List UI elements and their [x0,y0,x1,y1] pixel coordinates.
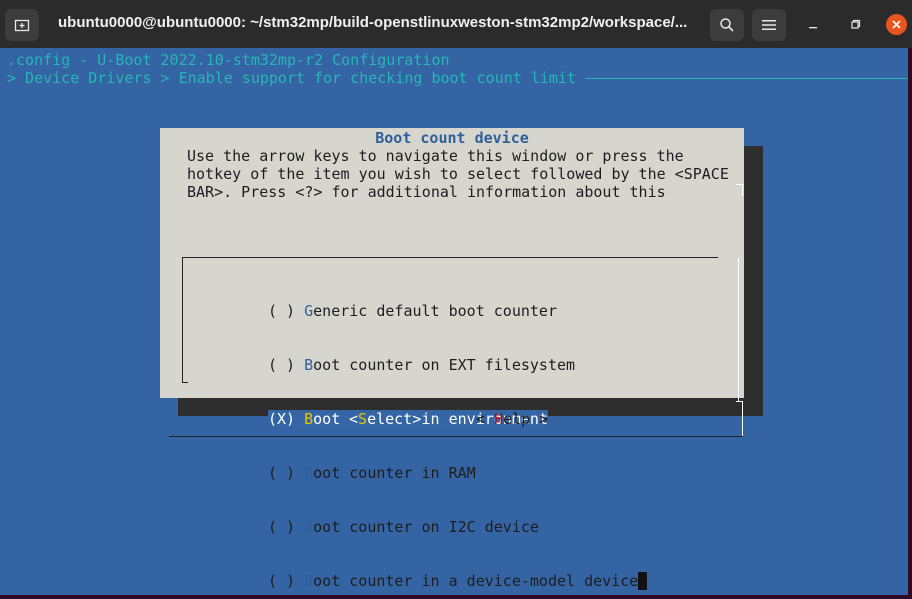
listbox-border [182,257,718,258]
hotkey: B [304,464,314,482]
close-button[interactable] [886,14,907,35]
select-button[interactable]: <Select> [349,410,422,428]
window-title: ubuntu0000@ubuntu0000: ~/stm32mp/build-o… [58,14,688,31]
help-button[interactable]: < Help > [476,410,548,428]
radio-marker: ( ) [268,356,296,374]
hotkey: S [358,410,368,428]
choice-label: oot counter in RAM [313,464,476,482]
bracket-close: > [412,410,422,428]
minimize-button[interactable] [803,14,823,34]
listbox-border [182,382,188,383]
new-tab-icon [14,19,30,32]
maximize-icon [851,19,861,29]
bracket-open: < [349,410,359,428]
minimize-icon [809,27,817,29]
breadcrumb: > Device Drivers > Enable support for ch… [7,69,585,87]
bracket-open: < [476,410,495,428]
close-icon [892,20,901,29]
hotkey: B [304,572,314,590]
choice-item-device-model[interactable]: ( ) Boot counter in a device-model devic… [268,572,648,590]
search-icon [720,18,734,32]
choice-label: oot counter on EXT filesystem [313,356,576,374]
choice-label: oot counter on I2C device [313,518,539,536]
search-button[interactable] [710,9,744,41]
choice-list: ( ) Generic default boot counter ( ) Boo… [268,266,648,599]
config-header: .config - U-Boot 2022.10-stm32mp-r2 Conf… [7,51,450,69]
window-titlebar: ubuntu0000@ubuntu0000: ~/stm32mp/build-o… [0,0,912,48]
window-border-right [908,48,912,599]
choice-item-i2c[interactable]: ( ) Boot counter on I2C device [268,518,647,536]
listbox-border [182,257,183,383]
dialog-border [742,184,743,196]
hotkey: H [494,410,504,428]
hamburger-menu-button[interactable] [752,9,786,41]
radio-marker: (X) [268,410,296,428]
new-tab-button[interactable] [5,9,39,41]
choice-label: oot counter in a device-model device [313,572,639,590]
choice-item-ram[interactable]: ( ) Boot counter in RAM [268,464,647,482]
dialog-border [738,258,739,402]
button-label: elect [367,410,413,428]
radio-marker: ( ) [268,518,296,536]
dialog-help-text: Use the arrow keys to navigate this wind… [187,147,729,201]
choice-label: eneric default boot counter [313,302,557,320]
bracket-close: > [530,410,549,428]
terminal-cursor [638,572,648,590]
radio-marker: ( ) [268,464,296,482]
hotkey: B [304,410,314,428]
maximize-button[interactable] [846,14,866,34]
hotkey: B [304,518,314,536]
choice-item-environment[interactable]: (X) Boot counter in environment [268,410,647,428]
header-rule [586,78,908,79]
choice-item-generic[interactable]: ( ) Generic default boot counter [268,302,647,320]
button-label: elp [503,410,531,428]
radio-marker: ( ) [268,302,296,320]
hotkey: G [304,302,314,320]
radio-marker: ( ) [268,572,296,590]
hotkey: B [304,356,314,374]
choice-item-ext[interactable]: ( ) Boot counter on EXT filesystem [268,356,647,374]
dialog-border [742,401,743,437]
hamburger-menu-icon [762,20,776,30]
dialog-title: Boot count device [375,129,529,147]
